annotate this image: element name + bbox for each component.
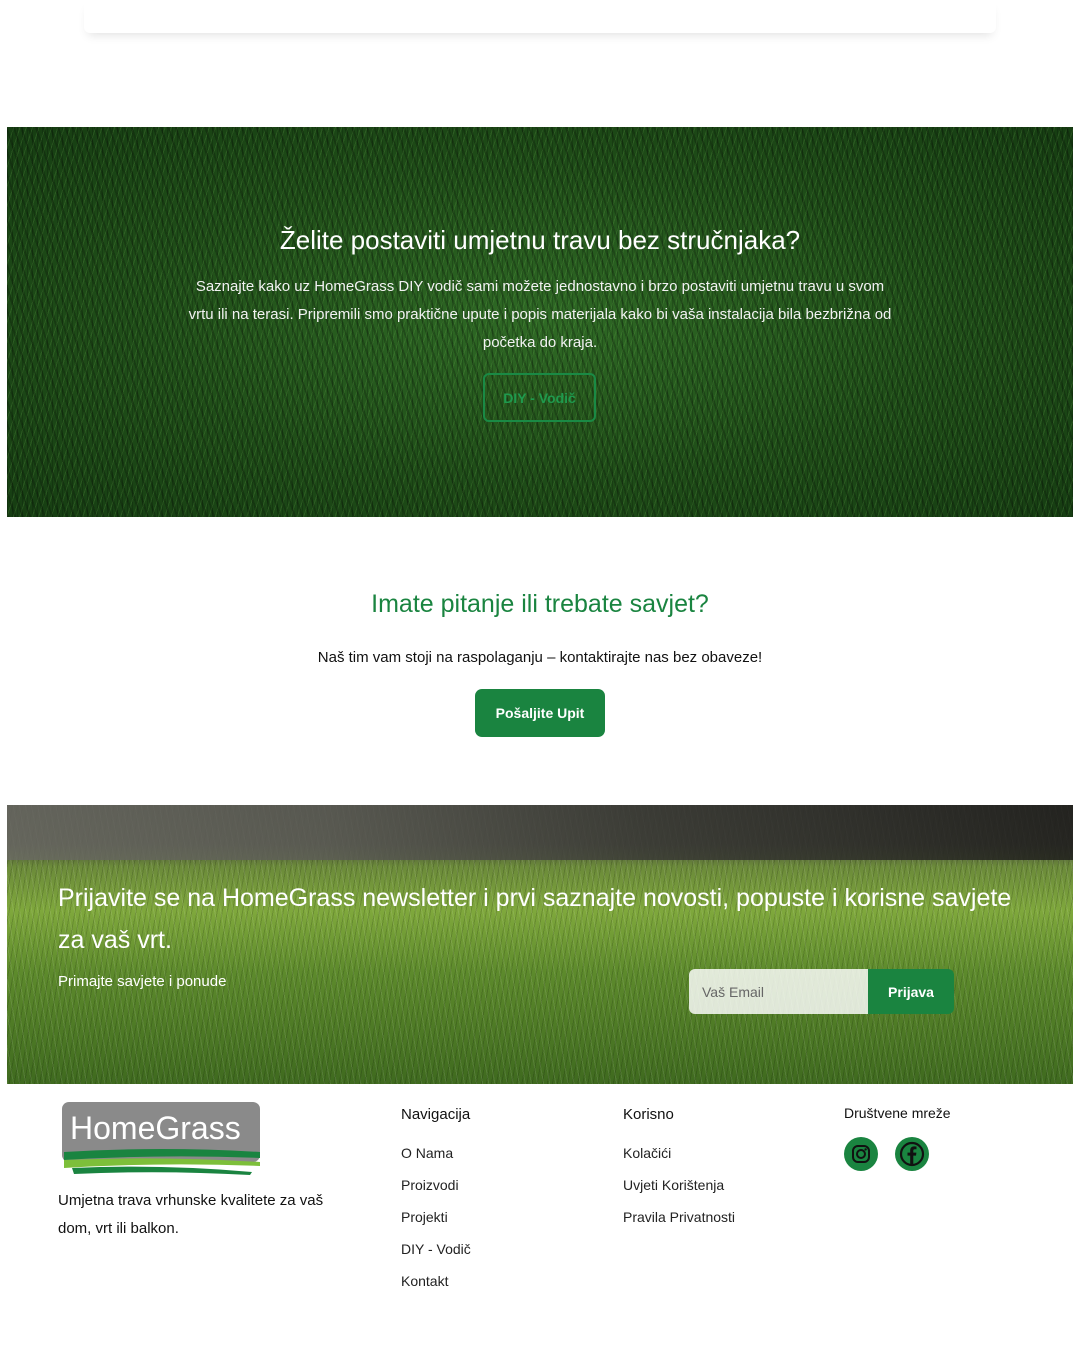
- hero-title: Želite postaviti umjetnu travu bez struč…: [279, 225, 801, 255]
- email-input[interactable]: Vaš Email: [689, 969, 868, 1014]
- link-cookies[interactable]: Kolačići: [623, 1143, 735, 1175]
- homegrass-logo[interactable]: HomeGrass: [62, 1102, 260, 1180]
- nav-link-about[interactable]: O Nama: [401, 1143, 471, 1175]
- link-privacy[interactable]: Pravila Privatnosti: [623, 1207, 735, 1239]
- nav-link-projects[interactable]: Projekti: [401, 1207, 471, 1239]
- send-inquiry-button[interactable]: Pošaljite Upit: [475, 689, 605, 737]
- nav-list: O Nama Proizvodi Projekti DIY - Vodič Ko…: [401, 1143, 471, 1303]
- hero-text: Saznajte kako uz HomeGrass DIY vodič sam…: [188, 278, 892, 351]
- background-wall: [7, 805, 1073, 860]
- newsletter-subtitle: Primajte savjete i ponude: [58, 973, 227, 990]
- newsletter-title: Prijavite se na HomeGrass newsletter i p…: [58, 884, 1012, 954]
- facebook-icon[interactable]: [895, 1137, 929, 1171]
- svg-text:HomeGrass: HomeGrass: [70, 1110, 241, 1146]
- useful-column-title: Korisno: [623, 1106, 674, 1123]
- newsletter-section: Prijavite se na HomeGrass newsletter i p…: [7, 805, 1073, 1084]
- contact-text: Naš tim vam stoji na raspolaganju – kont…: [317, 649, 763, 666]
- instagram-icon[interactable]: [844, 1137, 878, 1171]
- contact-title: Imate pitanje ili trebate savjet?: [371, 590, 709, 618]
- nav-link-contact[interactable]: Kontakt: [401, 1271, 471, 1303]
- header-bar: [84, 0, 996, 33]
- useful-list: Kolačići Uvjeti Korištenja Pravila Priva…: [623, 1143, 735, 1239]
- nav-link-products[interactable]: Proizvodi: [401, 1175, 471, 1207]
- link-terms[interactable]: Uvjeti Korištenja: [623, 1175, 735, 1207]
- subscribe-button[interactable]: Prijava: [868, 969, 954, 1014]
- nav-column-title: Navigacija: [401, 1106, 471, 1123]
- footer-description: Umjetna trava vrhunske kvalitete za vaš …: [58, 1192, 324, 1237]
- social-column-title: Društvene mreže: [844, 1105, 951, 1121]
- diy-guide-button[interactable]: DIY - Vodič: [483, 373, 596, 422]
- nav-link-diy[interactable]: DIY - Vodič: [401, 1239, 471, 1271]
- diy-hero-section: Želite postaviti umjetnu travu bez struč…: [7, 127, 1073, 517]
